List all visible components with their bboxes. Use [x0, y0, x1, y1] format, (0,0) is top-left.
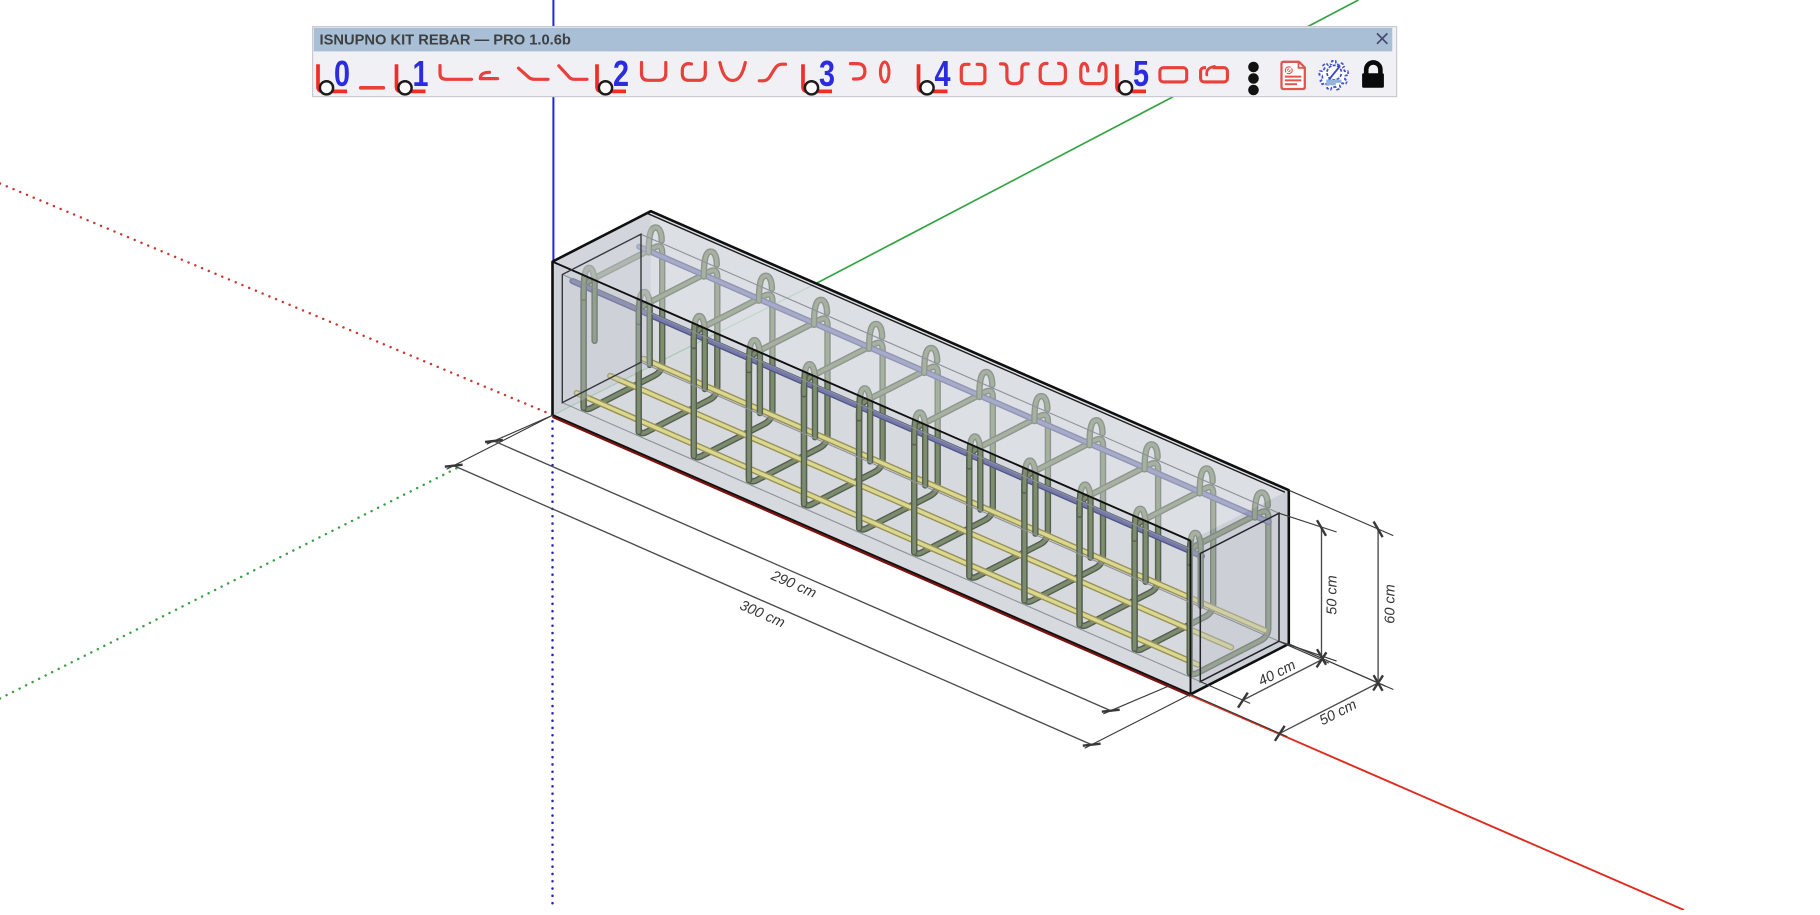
svg-text:2: 2 — [613, 53, 629, 94]
svg-text:0: 0 — [334, 53, 350, 94]
svg-text:4: 4 — [934, 53, 950, 94]
svg-text:1: 1 — [412, 53, 428, 94]
svg-text:3: 3 — [819, 53, 835, 94]
svg-text:50 cm: 50 cm — [1325, 575, 1341, 615]
svg-text:ISNUPNO KIT REBAR — PRO 1.0.6b: ISNUPNO KIT REBAR — PRO 1.0.6b — [320, 33, 571, 49]
svg-text:5: 5 — [1133, 53, 1149, 94]
svg-text:60 cm: 60 cm — [1383, 584, 1399, 624]
